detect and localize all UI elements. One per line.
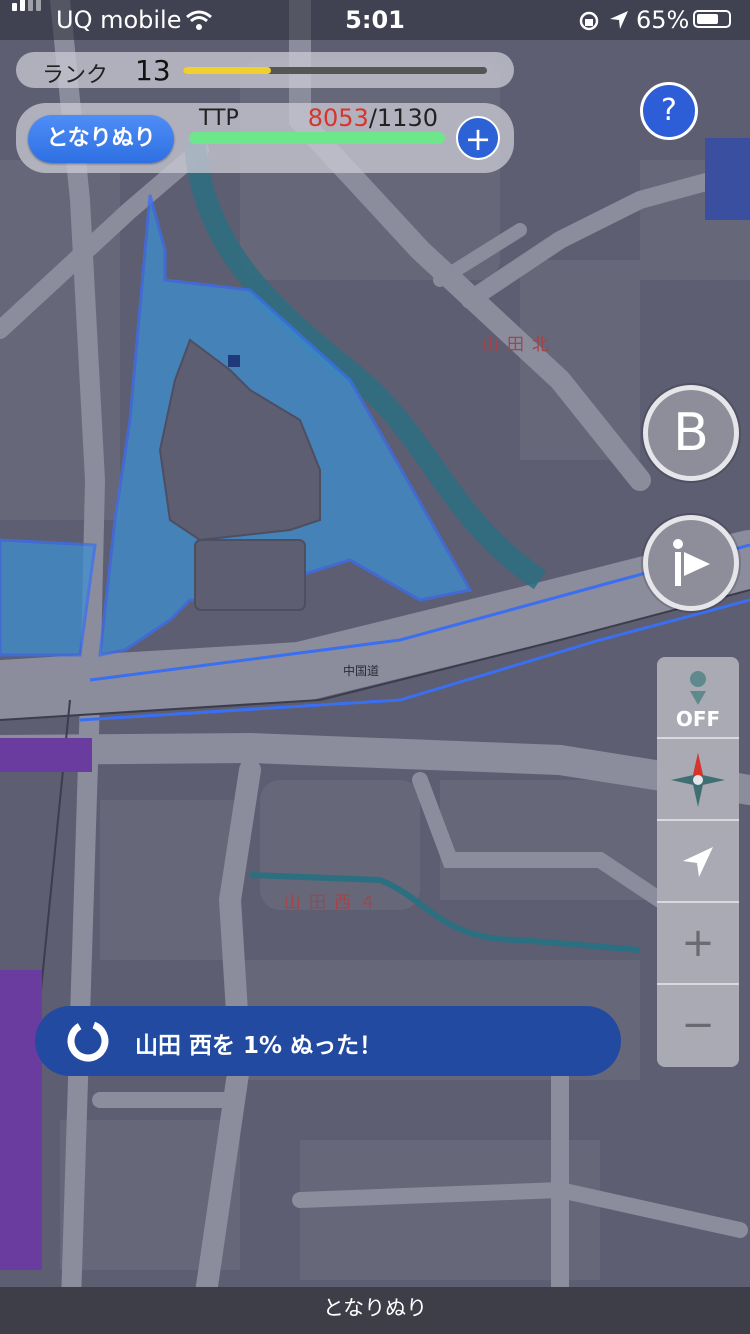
pin-icon — [690, 671, 706, 705]
b-button[interactable]: B — [643, 385, 739, 481]
flag-icon — [673, 539, 710, 586]
map-control-panel: OFF + − — [657, 657, 739, 1067]
rank-value: 13 — [135, 54, 171, 87]
toast-message: 山田 西を 1% ぬった！ — [135, 1033, 383, 1059]
flag-button[interactable] — [643, 515, 739, 611]
rank-progress-fill — [183, 67, 272, 74]
follow-toggle[interactable]: OFF — [657, 657, 739, 739]
orientation-lock-icon — [579, 11, 599, 31]
paint-progress-toast: 山田 西を 1% ぬった！ — [35, 1006, 621, 1076]
ttp-progress-bar — [189, 132, 445, 144]
compass-icon — [671, 753, 725, 807]
progress-ring-icon — [67, 1020, 109, 1062]
rank-progress-bar — [183, 67, 487, 74]
add-ttp-button[interactable]: + — [456, 116, 500, 160]
zoom-out-button[interactable]: − — [657, 985, 739, 1067]
battery-icon — [693, 10, 731, 28]
bottom-title-bar: となりぬり — [0, 1287, 750, 1334]
help-button[interactable]: ? — [640, 82, 698, 140]
ttp-label: TTP — [199, 106, 239, 131]
rank-label: ランク — [42, 63, 109, 88]
follow-state: OFF — [675, 707, 721, 731]
map-label-district-west: 山田西４ — [284, 893, 384, 912]
zoom-in-button[interactable]: + — [657, 903, 739, 985]
ttp-max: /1130 — [368, 104, 438, 132]
ttp-value: 8053/1130 — [260, 104, 438, 132]
map-label-road: 中国道 — [343, 663, 379, 678]
location-arrow-icon — [610, 11, 628, 29]
tonarinuri-button[interactable]: となりぬり — [28, 115, 174, 163]
compass-button[interactable] — [657, 739, 739, 821]
map-view[interactable]: 山田北 山田西４ 中国道 — [0, 0, 750, 1334]
battery-percent: 65% — [636, 6, 690, 34]
status-bar: UQ mobile 5:01 65% — [0, 0, 750, 40]
location-arrow-icon — [683, 847, 713, 877]
ttp-current: 8053 — [307, 104, 369, 132]
current-location-button[interactable] — [657, 821, 739, 903]
map-label-district-north: 山田北 — [482, 335, 557, 354]
